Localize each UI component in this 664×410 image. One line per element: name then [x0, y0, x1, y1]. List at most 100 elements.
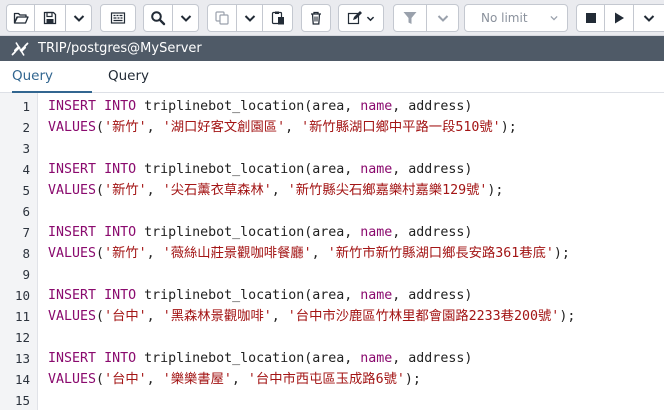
line-number: 1 — [22, 99, 30, 114]
row-limit-value: No limit — [481, 11, 528, 25]
stop-button[interactable] — [576, 4, 605, 32]
save-dropdown-button[interactable] — [66, 4, 92, 32]
sql-text: ( — [96, 120, 105, 135]
sql-keyword: VALUES — [48, 309, 97, 324]
edit-button[interactable] — [338, 4, 384, 32]
sql-text: ); — [487, 183, 504, 198]
line-number: 5 — [22, 183, 30, 198]
chevron-down-icon — [437, 15, 448, 22]
sql-string: '台中市沙鹿區竹林里都會園路2233巷200號' — [287, 309, 560, 324]
copy-button[interactable] — [207, 4, 237, 32]
macros-button[interactable] — [100, 4, 136, 32]
line-number: 12 — [14, 330, 30, 345]
sql-string: '新竹縣尖石鄉嘉樂村嘉樂129號' — [287, 183, 488, 198]
macro-icon — [110, 12, 126, 24]
open-file-icon — [13, 12, 29, 24]
code-line[interactable]: VALUES('新竹', '湖口好客文創園區', '新竹縣湖口鄉中平路一段510… — [48, 117, 517, 138]
sql-string: '台中' — [104, 309, 147, 324]
code-line[interactable]: VALUES('台中', '黑森林景觀咖啡', '台中市沙鹿區竹林里都會園路22… — [48, 306, 575, 327]
sql-text: ); — [553, 246, 570, 261]
chevron-down-icon — [550, 15, 558, 21]
find-button[interactable] — [143, 4, 173, 32]
line-number: 13 — [14, 351, 30, 366]
sql-string: '新竹' — [104, 183, 147, 198]
code-line[interactable]: INSERT INTO triplinebot_location(area, n… — [48, 96, 472, 117]
code-line[interactable]: VALUES('新竹', '薇絲山莊景觀咖啡餐廳', '新竹市新竹縣湖口鄉長安路… — [48, 243, 570, 264]
sql-keyword: INTO — [104, 162, 137, 177]
sql-keyword: name — [360, 162, 393, 177]
sql-keyword: VALUES — [48, 120, 97, 135]
execute-dropdown-button[interactable] — [634, 4, 664, 32]
sql-keyword: name — [360, 225, 393, 240]
paste-icon — [271, 11, 284, 25]
execute-button[interactable] — [605, 4, 634, 32]
tab-query-history[interactable]: Query History — [108, 61, 198, 114]
sql-text: ); — [500, 120, 517, 135]
copy-dropdown-button[interactable] — [237, 4, 263, 32]
sql-text: triplinebot_location(area, — [136, 99, 361, 114]
sql-text: ( — [96, 246, 105, 261]
sql-string: '尖石薰衣草森林' — [162, 183, 272, 198]
code-line[interactable]: INSERT INTO triplinebot_location(area, n… — [48, 159, 472, 180]
sql-keyword: INSERT — [48, 99, 97, 114]
line-number: 9 — [22, 267, 30, 282]
code-line[interactable]: VALUES('新竹', '尖石薰衣草森林', '新竹縣尖石鄉嘉樂村嘉樂129號… — [48, 180, 503, 201]
tab-query-editor[interactable]: Query Editor — [12, 61, 92, 114]
sql-text: ( — [96, 183, 105, 198]
sql-text: triplinebot_location(area, — [136, 162, 361, 177]
sql-string: '黑森林景觀咖啡' — [162, 309, 272, 324]
sql-text: , address) — [392, 99, 473, 114]
connection-status-icon — [10, 40, 30, 58]
sql-text: ( — [96, 372, 105, 387]
save-button[interactable] — [35, 4, 66, 32]
execute-icon — [615, 12, 624, 24]
sql-editor[interactable]: 1 2 3 4 5 6 7 8 9 10 11 12 13 14 15 INSERT INTO tripli… — [0, 93, 664, 410]
sql-text: ); — [559, 309, 576, 324]
sql-string: '新竹市新竹縣湖口鄉長安路361巷底' — [327, 246, 554, 261]
code-line[interactable]: INSERT INTO triplinebot_location(area, n… — [48, 222, 472, 243]
line-number: 2 — [22, 120, 30, 135]
sql-string: '薇絲山莊景觀咖啡餐廳' — [162, 246, 312, 261]
sql-text: , — [271, 183, 288, 198]
sql-text: , — [271, 309, 288, 324]
row-limit-select[interactable]: No limit — [464, 4, 568, 32]
filter-button[interactable] — [393, 4, 427, 32]
stop-icon — [585, 13, 596, 23]
sql-text: , — [146, 372, 163, 387]
sql-string: '台中' — [104, 372, 147, 387]
code-line[interactable]: INSERT INTO triplinebot_location(area, n… — [48, 285, 472, 306]
paste-button[interactable] — [263, 4, 293, 32]
connection-title: TRIP/postgres@MyServer — [38, 41, 202, 56]
code-line[interactable]: INSERT INTO triplinebot_location(area, n… — [48, 348, 472, 369]
chevron-down-icon — [366, 16, 374, 21]
connection-bar[interactable]: TRIP/postgres@MyServer — [0, 36, 664, 61]
open-file-button[interactable] — [6, 4, 35, 32]
line-number-gutter: 1 2 3 4 5 6 7 8 9 10 11 12 13 14 15 — [0, 93, 38, 410]
sql-keyword: VALUES — [48, 183, 97, 198]
delete-button[interactable] — [301, 4, 331, 32]
sql-keyword: name — [360, 351, 393, 366]
sql-keyword: INTO — [104, 351, 137, 366]
query-toolbar: No limit — [0, 0, 664, 36]
sql-string: '台中市西屯區玉成路6號' — [247, 372, 405, 387]
chevron-down-icon — [73, 15, 84, 22]
code-line[interactable]: VALUES('台中', '樂樂書屋', '台中市西屯區玉成路6號'); — [48, 369, 421, 390]
edit-icon — [347, 11, 362, 25]
sql-text: triplinebot_location(area, — [136, 225, 361, 240]
sql-keyword: VALUES — [48, 246, 97, 261]
sql-text: , — [146, 183, 163, 198]
delete-icon — [311, 11, 321, 25]
find-dropdown-button[interactable] — [173, 4, 199, 32]
sql-keyword: INTO — [104, 99, 137, 114]
filter-dropdown-button[interactable] — [427, 4, 459, 32]
editor-tabs: Query Editor Query History — [0, 61, 664, 114]
sql-keyword: INSERT — [48, 162, 97, 177]
sql-text: triplinebot_location(area, — [136, 288, 361, 303]
search-icon — [151, 11, 166, 26]
copy-icon — [215, 11, 229, 25]
